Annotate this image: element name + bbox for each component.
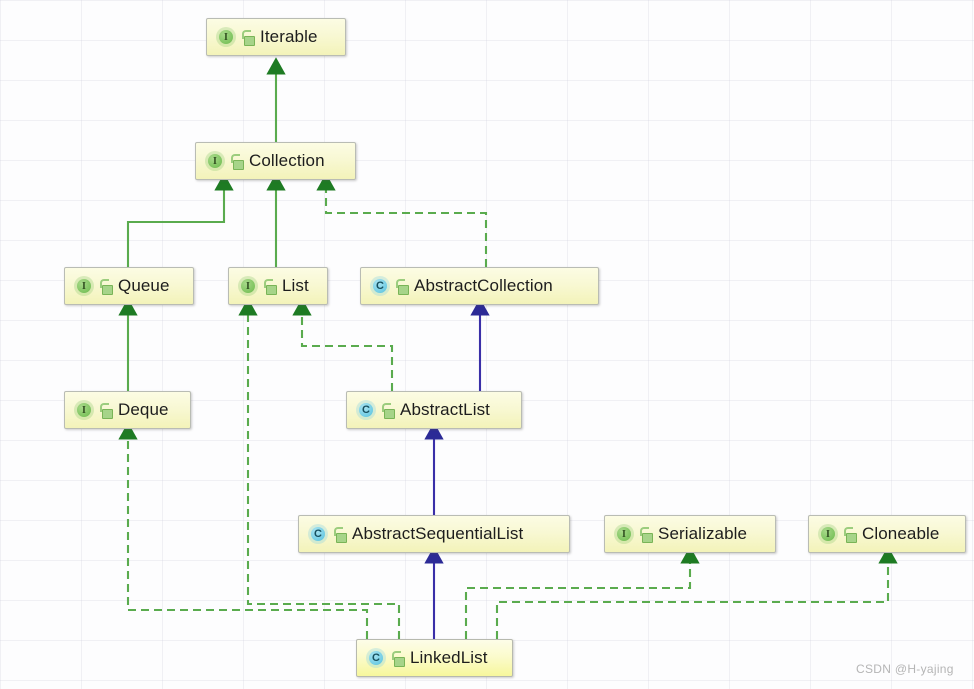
class-node-abstractcollection[interactable]: C AbstractCollection xyxy=(360,267,599,305)
edge-linkedlist-to-list xyxy=(238,298,401,639)
class-node-cloneable[interactable]: I Cloneable xyxy=(808,515,966,553)
kind-letter: C xyxy=(373,279,387,293)
watermark-text: CSDN @H-yajing xyxy=(856,662,954,676)
class-node-label: Queue xyxy=(118,276,170,295)
edge-abstractlist-to-list xyxy=(292,298,394,391)
padlock-body xyxy=(336,533,347,543)
class-icon: C xyxy=(308,524,328,544)
edge-queue-to-collection xyxy=(126,173,234,267)
padlock-body xyxy=(398,285,409,295)
kind-letter: I xyxy=(208,154,222,168)
unlocked-padlock-icon xyxy=(99,279,113,295)
class-node-label: Deque xyxy=(118,400,169,419)
kind-letter: I xyxy=(219,30,233,44)
unlocked-padlock-icon xyxy=(99,403,113,419)
interface-icon: I xyxy=(74,400,94,420)
kind-letter: C xyxy=(359,403,373,417)
kind-letter: I xyxy=(241,279,255,293)
class-node-label: Iterable xyxy=(260,27,318,46)
diagram-edges-layer xyxy=(118,57,898,639)
class-node-queue[interactable]: I Queue xyxy=(64,267,194,305)
class-node-label: Serializable xyxy=(658,524,748,543)
edge-abstractcollection-to-collection xyxy=(316,173,488,267)
padlock-body xyxy=(102,285,113,295)
interface-icon: I xyxy=(614,524,634,544)
kind-letter: I xyxy=(821,527,835,541)
padlock-body xyxy=(244,36,255,46)
class-node-collection[interactable]: I Collection xyxy=(195,142,356,180)
interface-icon: I xyxy=(216,27,236,47)
class-node-deque[interactable]: I Deque xyxy=(64,391,191,429)
unlocked-padlock-icon xyxy=(395,279,409,295)
padlock-body xyxy=(233,160,244,170)
class-node-label: AbstractSequentialList xyxy=(352,524,524,543)
class-node-list[interactable]: I List xyxy=(228,267,328,305)
kind-letter: C xyxy=(369,651,383,665)
interface-icon: I xyxy=(238,276,258,296)
interface-icon: I xyxy=(74,276,94,296)
unlocked-padlock-icon xyxy=(241,30,255,46)
unlocked-padlock-icon xyxy=(391,651,405,667)
edge-linkedlist-to-cloneable xyxy=(495,546,898,639)
class-node-iterable[interactable]: I Iterable xyxy=(206,18,346,56)
unlocked-padlock-icon xyxy=(381,403,395,419)
class-node-abstractlist[interactable]: C AbstractList xyxy=(346,391,522,429)
padlock-body xyxy=(642,533,653,543)
class-node-abstractsequentiallist[interactable]: C AbstractSequentialList xyxy=(298,515,570,553)
kind-letter: I xyxy=(77,403,91,417)
kind-letter: I xyxy=(77,279,91,293)
padlock-body xyxy=(384,409,395,419)
unlocked-padlock-icon xyxy=(230,154,244,170)
class-node-label: AbstractCollection xyxy=(414,276,553,295)
padlock-body xyxy=(266,285,277,295)
uml-class-diagram-canvas: I Iterable I Collection I Queue I List C Abstract… xyxy=(0,0,974,689)
padlock-body xyxy=(846,533,857,543)
padlock-body xyxy=(394,657,405,667)
unlocked-padlock-icon xyxy=(843,527,857,543)
class-node-linkedlist[interactable]: C LinkedList xyxy=(356,639,513,677)
class-icon: C xyxy=(370,276,390,296)
class-node-serializable[interactable]: I Serializable xyxy=(604,515,776,553)
class-node-label: LinkedList xyxy=(410,648,488,667)
unlocked-padlock-icon xyxy=(263,279,277,295)
class-node-label: Cloneable xyxy=(862,524,940,543)
interface-icon: I xyxy=(818,524,838,544)
unlocked-padlock-icon xyxy=(333,527,347,543)
class-node-label: AbstractList xyxy=(400,400,491,419)
interface-icon: I xyxy=(205,151,225,171)
kind-letter: I xyxy=(617,527,631,541)
edge-linkedlist-to-serializable xyxy=(464,546,700,639)
class-node-label: Collection xyxy=(249,151,325,170)
unlocked-padlock-icon xyxy=(639,527,653,543)
class-node-label: List xyxy=(282,276,309,295)
kind-letter: C xyxy=(311,527,325,541)
padlock-body xyxy=(102,409,113,419)
class-icon: C xyxy=(356,400,376,420)
class-icon: C xyxy=(366,648,386,668)
